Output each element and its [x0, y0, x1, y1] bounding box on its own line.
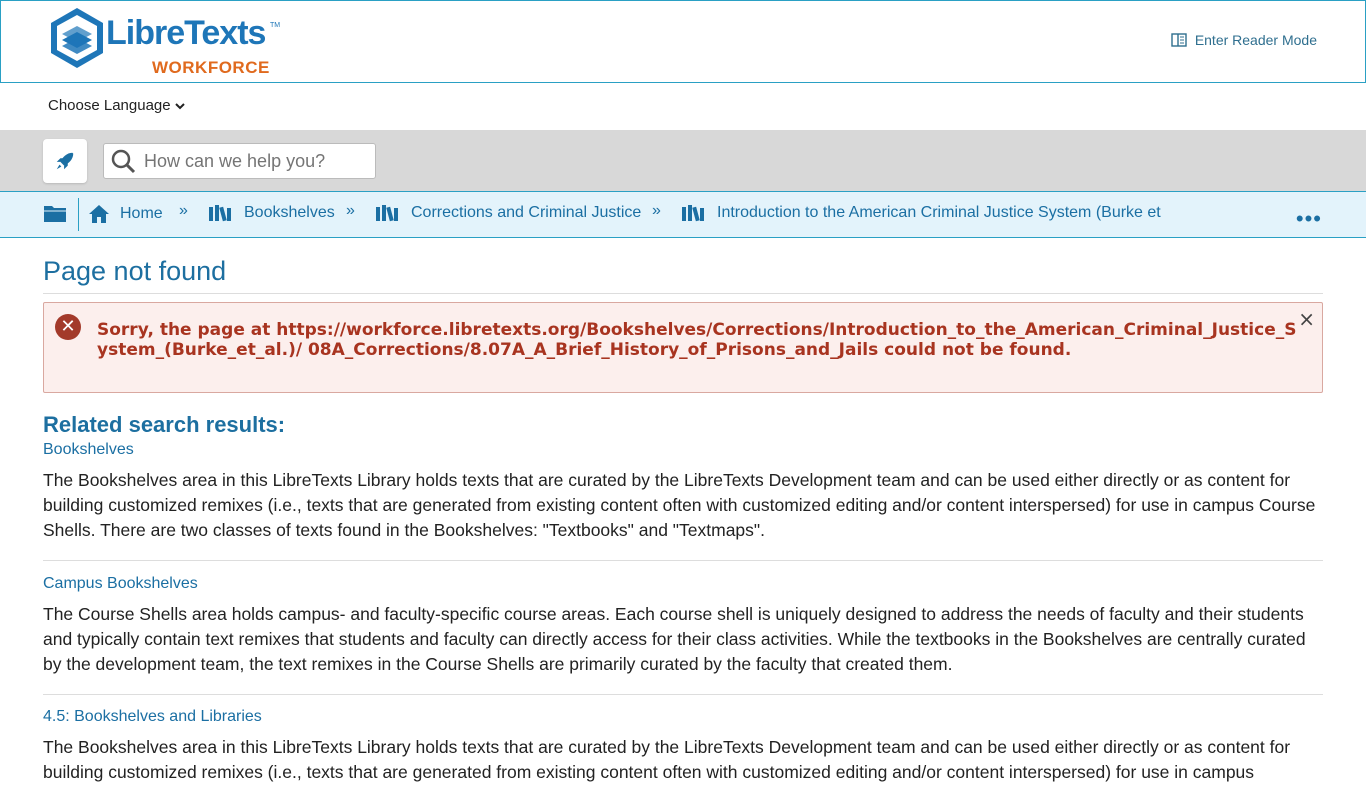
result-description: The Course Shells area holds campus- and… — [43, 604, 1306, 674]
logo-text: LibreTexts — [106, 14, 266, 52]
language-selector[interactable]: Choose Language — [48, 97, 185, 114]
related-results-heading: Related search results: — [43, 412, 286, 437]
logo-trademark: TM — [270, 22, 281, 29]
title-divider — [43, 293, 1323, 294]
result-description: The Bookshelves area in this LibreTexts … — [43, 470, 1316, 540]
search-box — [103, 143, 376, 179]
breadcrumb-item-bookshelves[interactable]: Bookshelves — [208, 204, 335, 222]
result-divider — [43, 694, 1323, 695]
site-header: LibreTexts TM WORKFORCE Enter Reader Mod… — [0, 0, 1366, 83]
reader-mode-label: Enter Reader Mode — [1194, 32, 1317, 48]
close-icon[interactable]: × — [1298, 307, 1315, 331]
error-message: Sorry, the page at https://workforce.lib… — [97, 320, 1297, 360]
breadcrumb-item-label: Bookshelves — [244, 204, 335, 221]
rocket-icon — [56, 152, 74, 170]
logo-subtitle: WORKFORCE — [152, 58, 270, 77]
search-icon — [111, 149, 136, 174]
breadcrumb-separator: » — [346, 202, 355, 219]
books-icon — [376, 205, 398, 222]
more-options-button[interactable]: ••• — [1296, 206, 1322, 232]
error-alert: ✕ Sorry, the page at https://workforce.l… — [43, 302, 1323, 393]
search-bar — [0, 130, 1366, 191]
result-link[interactable]: 4.5: Bookshelves and Libraries — [43, 708, 1323, 726]
list-item: Bookshelves The Bookshelves area in this… — [43, 441, 1323, 561]
breadcrumb: Home » Bookshelves » Corrections and Cri… — [0, 191, 1366, 238]
language-label: Choose Language — [48, 97, 171, 114]
list-item: Campus Bookshelves The Course Shells are… — [43, 575, 1323, 695]
result-link[interactable]: Campus Bookshelves — [43, 575, 1323, 593]
list-item: 4.5: Bookshelves and Libraries The Books… — [43, 708, 1323, 785]
books-logo-icon — [51, 8, 103, 68]
folder-icon[interactable] — [43, 203, 67, 223]
breadcrumb-home[interactable]: Home — [88, 204, 163, 224]
breadcrumb-item-intro-cj[interactable]: Introduction to the American Criminal Ju… — [681, 204, 1161, 222]
breadcrumb-item-label: Corrections and Criminal Justice — [411, 204, 642, 221]
page-title: Page not found — [43, 256, 227, 286]
books-icon — [209, 205, 231, 222]
breadcrumb-separator: » — [179, 202, 188, 219]
result-description: The Bookshelves area in this LibreTexts … — [43, 737, 1291, 782]
breadcrumb-separator: » — [652, 202, 661, 219]
search-input[interactable] — [142, 149, 366, 173]
home-icon — [89, 205, 109, 223]
rocket-button[interactable] — [43, 139, 87, 183]
chevron-down-icon — [174, 102, 185, 109]
breadcrumb-home-label: Home — [120, 205, 163, 222]
breadcrumb-item-label: Introduction to the American Criminal Ju… — [717, 204, 1161, 221]
error-icon: ✕ — [55, 314, 81, 340]
books-icon — [682, 205, 704, 222]
reader-mode-button[interactable]: Enter Reader Mode — [1171, 32, 1317, 48]
result-link[interactable]: Bookshelves — [43, 441, 1323, 459]
book-open-icon — [1171, 33, 1187, 47]
result-divider — [43, 560, 1323, 561]
breadcrumb-item-corrections[interactable]: Corrections and Criminal Justice — [375, 204, 641, 222]
libretexts-logo[interactable]: LibreTexts TM WORKFORCE — [48, 6, 288, 78]
breadcrumb-divider — [78, 198, 79, 231]
